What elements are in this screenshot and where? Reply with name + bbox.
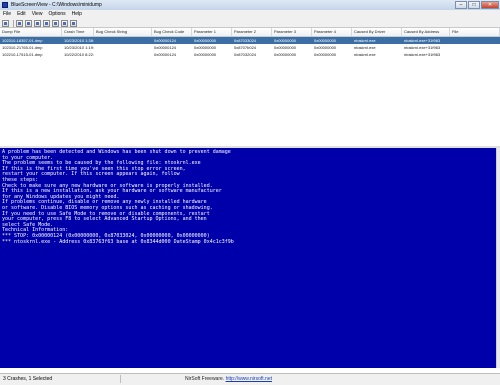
maximize-button[interactable]: □ [468, 1, 480, 9]
table-cell: 0x00000000 [194, 52, 217, 57]
preview-scrollbar[interactable] [496, 148, 500, 368]
refresh-icon[interactable] [52, 19, 59, 27]
menu-bar: File Edit View Options Help [0, 10, 500, 19]
table-cell: 102310-18357-01.dmp [2, 38, 43, 43]
status-credit-text: NirSoft Freeware. [185, 376, 226, 382]
col-parameter-4[interactable]: Parameter 4 [312, 28, 352, 36]
menu-edit[interactable]: Edit [14, 10, 29, 19]
table-cell: 0x00000000 [314, 45, 337, 50]
status-count: 3 Crashes, 1 Selected [3, 376, 53, 382]
table-cell: 0x87033024 [234, 38, 257, 43]
col-parameter-2[interactable]: Parameter 2 [232, 28, 272, 36]
table-cell: 0x00000000 [314, 38, 337, 43]
col-crash-time[interactable]: Crash Time [62, 28, 94, 36]
table-cell: 0x00000124 [154, 38, 177, 43]
list-body: 102310-18357-01.dmp 10/23/2010 1:38:38...… [0, 37, 500, 58]
save-icon[interactable] [16, 19, 23, 27]
table-cell [450, 44, 500, 51]
table-cell: ntoskrnl.exe+31f963 [404, 38, 441, 43]
table-row[interactable]: 102310-18357-01.dmp 10/23/2010 1:38:38...… [0, 37, 500, 44]
html-report-icon[interactable] [34, 19, 41, 27]
bsod-line: *** ntoskrnl.exe - Address 0x83763f63 ba… [2, 238, 234, 245]
window-title: BlueScreenView - C:\Windows\minidump [11, 2, 102, 8]
col-parameter-3[interactable]: Parameter 3 [272, 28, 312, 36]
table-cell: 102310-21765-01.dmp [2, 45, 43, 50]
col-file[interactable]: File [450, 28, 500, 36]
table-row[interactable]: 102210-17515-01.dmp 10/22/2010 8:22:50...… [0, 51, 500, 58]
table-cell: 10/23/2010 1:38:38... [64, 38, 94, 43]
nirsoft-link[interactable]: http://www.nirsoft.net [226, 376, 272, 382]
list-header: Dump File Crash Time Bug Check String Bu… [0, 28, 500, 37]
table-cell: ntoskrnl.exe+31f963 [404, 45, 441, 50]
table-cell: 0x00000000 [194, 38, 217, 43]
status-divider [120, 375, 121, 383]
crash-list[interactable]: Dump File Crash Time Bug Check String Bu… [0, 28, 500, 147]
find-icon[interactable] [61, 19, 68, 27]
window-controls: – □ ✕ [454, 1, 499, 9]
close-button[interactable]: ✕ [481, 1, 499, 9]
table-cell: 0x00000124 [154, 52, 177, 57]
table-cell: 10/23/2010 1:19:48... [64, 45, 94, 50]
col-bug-check-string[interactable]: Bug Check String [94, 28, 152, 36]
toolbar [0, 19, 500, 28]
table-cell [450, 37, 500, 44]
table-row[interactable]: 102310-21765-01.dmp 10/23/2010 1:19:48...… [0, 44, 500, 51]
table-cell [94, 51, 152, 58]
app-icon [2, 2, 8, 8]
col-bug-check-code[interactable]: Bug Check Code [152, 28, 192, 36]
col-parameter-1[interactable]: Parameter 1 [192, 28, 232, 36]
table-cell: ntoskrnl.exe [354, 52, 376, 57]
status-bar: 3 Crashes, 1 Selected NirSoft Freeware. … [0, 373, 500, 385]
table-cell: 102210-17515-01.dmp [2, 52, 43, 57]
table-cell: ntoskrnl.exe [354, 38, 376, 43]
col-caused-by-driver[interactable]: Caused By Driver [352, 28, 402, 36]
col-caused-by-address[interactable]: Caused By Address [402, 28, 450, 36]
menu-help[interactable]: Help [69, 10, 85, 19]
menu-options[interactable]: Options [45, 10, 68, 19]
table-cell: 0x00000000 [274, 52, 297, 57]
blue-screen-preview: A problem has been detected and Windows … [0, 148, 496, 368]
properties-icon[interactable] [43, 19, 50, 27]
copy-icon[interactable] [25, 19, 32, 27]
table-cell: ntoskrnl.exe [354, 45, 376, 50]
table-cell: 0x8707b024 [234, 45, 257, 50]
table-cell: 0x00000000 [314, 52, 337, 57]
table-cell: ntoskrnl.exe+31f963 [404, 52, 441, 57]
status-credit: NirSoft Freeware. http://www.nirsoft.net [185, 374, 272, 384]
table-cell [94, 44, 152, 51]
table-cell [450, 51, 500, 58]
table-cell: 10/22/2010 8:22:50... [64, 52, 94, 57]
table-cell: 0x87032024 [234, 52, 257, 57]
table-cell: 0x00000000 [274, 45, 297, 50]
table-cell: 0x00000000 [274, 38, 297, 43]
minimize-button[interactable]: – [455, 1, 467, 9]
menu-file[interactable]: File [0, 10, 14, 19]
col-dump-file[interactable]: Dump File [0, 28, 62, 36]
menu-view[interactable]: View [29, 10, 46, 19]
table-cell: 0x00000000 [194, 45, 217, 50]
exit-icon[interactable] [70, 19, 77, 27]
table-cell: 0x00000124 [154, 45, 177, 50]
advanced-options-icon[interactable] [2, 19, 9, 27]
toolbar-separator [13, 19, 14, 27]
table-cell [94, 37, 152, 44]
